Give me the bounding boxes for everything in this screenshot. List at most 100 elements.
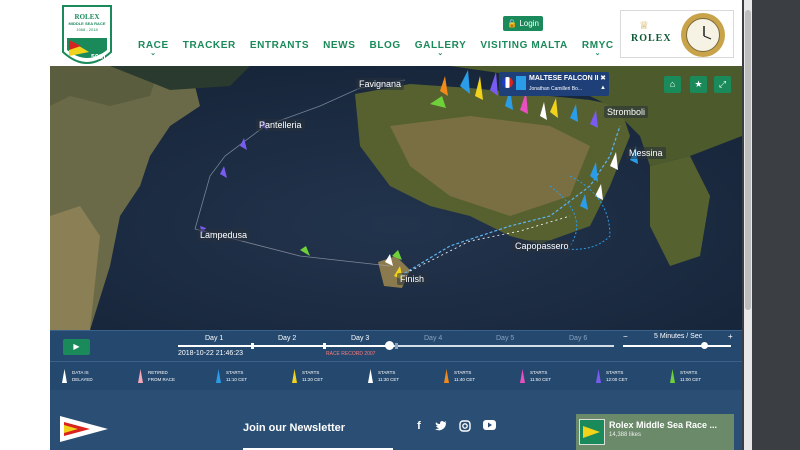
timeline-tick — [323, 343, 326, 349]
tracker-map[interactable]: Pantelleria Lampedusa Favignana Strombol… — [50, 66, 742, 330]
page: ROLEX MIDDLE SEA RACE 1968 - 2018 50th R… — [0, 0, 742, 450]
nav-item-label: BLOG — [369, 40, 401, 51]
race-logo[interactable]: ROLEX MIDDLE SEA RACE 1968 - 2018 50th — [59, 4, 115, 74]
rmyc-pennant-icon[interactable] — [58, 414, 110, 444]
fb-page-avatar — [579, 419, 605, 445]
newsletter-heading[interactable]: Join our Newsletter — [243, 422, 345, 434]
day-4-label[interactable]: Day 4 — [424, 335, 442, 342]
speed-handle[interactable] — [701, 342, 708, 349]
legend-line1: DATA IS — [72, 370, 89, 375]
legend-line1: STARTS — [454, 370, 472, 375]
facebook-icon[interactable]: f — [412, 420, 426, 434]
logo-line1: ROLEX — [74, 13, 100, 21]
close-icon[interactable]: ✖ — [600, 74, 606, 82]
play-button[interactable]: ▶ — [63, 339, 90, 355]
clock-icon — [681, 13, 725, 57]
legend-line2: 11:20 CET — [302, 377, 324, 382]
nav-item-entrants[interactable]: ENTRANTS — [243, 40, 316, 57]
nav-item-visiting-malta[interactable]: VISITING MALTA — [473, 40, 574, 57]
fb-page-likes: 14,388 likes — [609, 432, 642, 438]
login-label: Login — [519, 19, 539, 28]
legend-line1: STARTS — [378, 370, 396, 375]
lock-icon: 🔒 — [507, 19, 518, 28]
boat-marker-icon — [596, 369, 601, 383]
chevron-down-icon: ⌄ — [150, 50, 157, 57]
legend-line1: RETIRED — [148, 370, 168, 375]
popup-skipper: Jonathan Camilleri Bo... — [529, 86, 583, 92]
fullscreen-button[interactable]: ⤢ — [714, 76, 731, 93]
legend-line2: 11:40 CET — [454, 377, 476, 382]
main-nav: RACE ⌄ TRACKER ENTRANTS NEWS BLOG GALLERY ⌄ VISI… — [131, 40, 687, 57]
boat-marker-icon — [444, 369, 449, 383]
legend-line2: 11:30 CET — [378, 377, 400, 382]
twitter-icon[interactable] — [434, 420, 448, 434]
place-finish: Finish — [397, 273, 428, 285]
youtube-icon[interactable] — [482, 420, 496, 434]
logo-badge: 50th — [91, 54, 106, 61]
boat-marker-icon — [670, 369, 675, 383]
legend-line2: 12:00 CET — [606, 377, 628, 382]
speed-label: 5 Minutes / Sec — [654, 333, 703, 340]
nav-item-race[interactable]: RACE ⌄ — [131, 40, 176, 57]
nav-item-news[interactable]: NEWS — [316, 40, 362, 57]
nav-item-label: ENTRANTS — [249, 40, 310, 51]
chevron-up-icon[interactable]: ▲ — [600, 85, 606, 91]
day-2-label[interactable]: Day 2 — [278, 335, 296, 342]
place-capopassero: Capopassero — [512, 240, 572, 252]
nav-item-label: NEWS — [323, 40, 356, 51]
nav-item-rmyc[interactable]: RMYC ⌄ — [575, 40, 621, 57]
current-datetime: 2018-10-22 21:46:23 — [178, 350, 243, 357]
nav-item-gallery[interactable]: GALLERY ⌄ — [408, 40, 474, 57]
speed-decrease-button[interactable]: − — [623, 332, 628, 341]
popup-boat-name: MALTESE FALCON II — [529, 75, 599, 82]
trophy-icon: ★ — [694, 79, 703, 89]
speed-increase-button[interactable]: + — [728, 332, 733, 341]
fleet-legend: DATA IS DELAYED RETIRED FROM RACE STARTS 11:1… — [50, 367, 742, 387]
place-favignana: Favignana — [356, 78, 405, 90]
timeline-handle[interactable] — [385, 341, 394, 350]
chevron-down-icon: ⌄ — [437, 50, 444, 57]
place-pantelleria: Pantelleria — [256, 119, 305, 131]
site-header: ROLEX MIDDLE SEA RACE 1968 - 2018 50th R… — [0, 0, 742, 66]
trophy-button[interactable]: ★ — [690, 76, 707, 93]
france-flag-icon — [502, 77, 513, 88]
place-messina: Messina — [626, 147, 666, 159]
day-5-label[interactable]: Day 5 — [496, 335, 514, 342]
race-record-label: RACE RECORD 2007 — [326, 351, 376, 357]
divider — [50, 361, 742, 362]
timeline-panel: ▶ Day 1 Day 2 Day 3 Day 4 Day 5 Day 6 20… — [50, 330, 742, 390]
nav-item-tracker[interactable]: TRACKER — [176, 40, 243, 57]
legend-line1: STARTS — [302, 370, 320, 375]
place-stromboli: Stromboli — [604, 106, 649, 118]
boat-marker-icon — [520, 369, 525, 383]
legend-line1: STARTS — [530, 370, 548, 375]
facebook-page-card[interactable]: Rolex Middle Sea Race ... 14,388 likes — [576, 414, 734, 450]
scrollbar-thumb[interactable] — [745, 10, 751, 310]
legend-line2: DELAYED — [72, 377, 93, 382]
timeline-tick — [251, 343, 254, 349]
boat-marker-icon — [292, 369, 297, 383]
legend-line2: 11:10 CET — [226, 377, 248, 382]
day-6-label[interactable]: Day 6 — [569, 335, 587, 342]
nav-item-blog[interactable]: BLOG — [363, 40, 408, 57]
login-button[interactable]: 🔒 Login — [503, 16, 543, 31]
fb-page-title[interactable]: Rolex Middle Sea Race ... — [609, 420, 717, 430]
legend-line2: 11:00 CET — [680, 377, 702, 382]
day-3-label[interactable]: Day 3 — [351, 335, 369, 342]
timeline-progress — [178, 345, 391, 347]
speed-slider[interactable] — [623, 345, 731, 347]
window-scrollbar[interactable] — [742, 0, 800, 450]
boat-marker-icon — [62, 369, 67, 383]
day-1-label[interactable]: Day 1 — [205, 335, 223, 342]
rolex-sponsor[interactable]: ♕ ROLEX — [620, 10, 734, 58]
place-lampedusa: Lampedusa — [197, 229, 251, 241]
boat-marker-icon — [138, 369, 143, 383]
instagram-icon[interactable] — [458, 420, 472, 434]
boat-color-swatch — [516, 76, 526, 90]
boat-popup[interactable]: MALTESE FALCON II Jonathan Camilleri Bo.… — [499, 72, 609, 96]
play-icon: ▶ — [73, 342, 80, 351]
home-button[interactable]: ⌂ — [664, 76, 681, 93]
logo-years: 1968 - 2018 — [76, 27, 98, 32]
legend-line2: FROM RACE — [148, 377, 175, 382]
crown-icon: ♕ — [639, 20, 649, 32]
